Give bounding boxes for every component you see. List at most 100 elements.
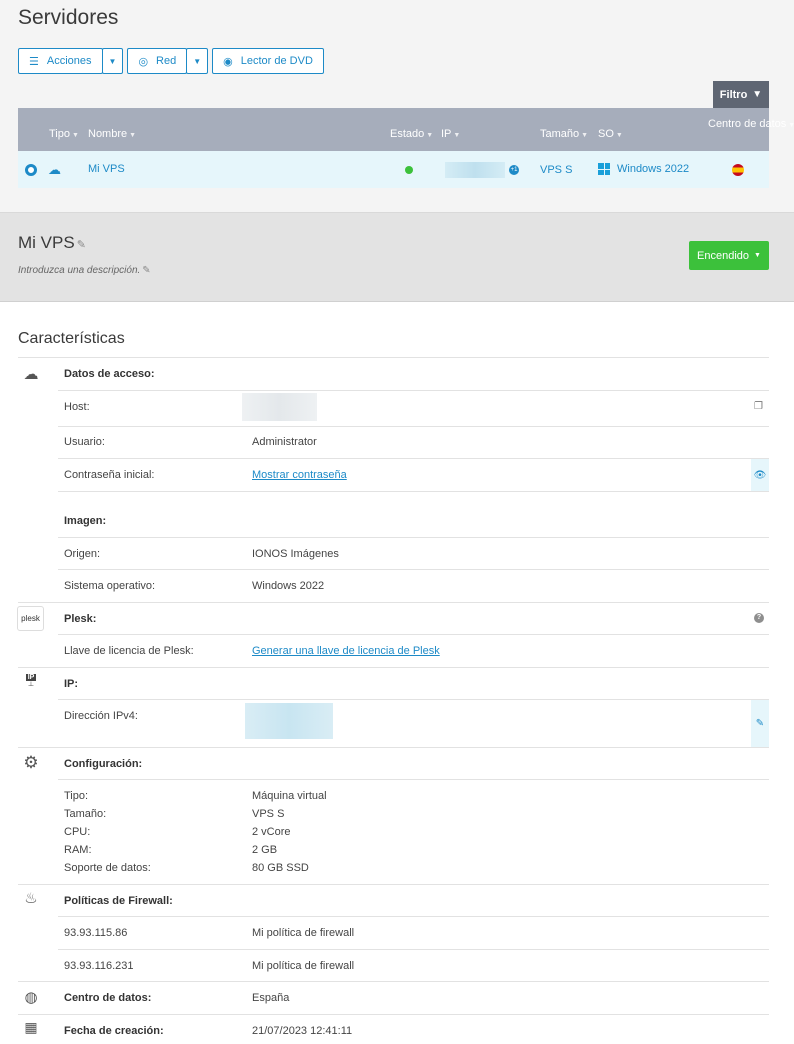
divider — [18, 1014, 769, 1015]
table-row[interactable]: ☁ Mi VPS +1 VPS S Windows 2022 — [18, 151, 769, 188]
actions-dropdown-button[interactable]: ▼ — [101, 48, 124, 74]
divider — [18, 667, 769, 668]
firewall-heading: Políticas de Firewall: — [64, 895, 173, 907]
cloud-server-icon: ☁ — [48, 162, 61, 177]
config-value: VPS S — [252, 808, 285, 820]
column-datacenter[interactable]: Centro de datos ▼ — [708, 118, 794, 132]
sort-icon: ▼ — [788, 122, 794, 129]
divider — [58, 634, 769, 635]
column-type[interactable]: Tipo ▼ — [49, 128, 79, 140]
column-name[interactable]: Nombre ▼ — [88, 128, 136, 140]
divider — [58, 916, 769, 917]
divider — [58, 390, 769, 391]
network-dropdown-button[interactable]: ▼ — [186, 48, 209, 74]
status-online-icon — [405, 166, 413, 174]
sort-icon: ▼ — [72, 132, 79, 139]
dvd-reader-button[interactable]: ◉ Lector de DVD — [212, 48, 324, 74]
server-os-label: Windows 2022 — [617, 163, 690, 175]
pencil-icon[interactable]: ✎ — [751, 700, 769, 747]
power-status-button[interactable]: Encendido ▼ — [689, 241, 769, 270]
help-icon[interactable]: ? — [754, 613, 764, 623]
sort-icon: ▼ — [615, 132, 623, 139]
ip-extra-badge[interactable]: +1 — [509, 165, 519, 175]
host-label: Host: — [64, 401, 90, 413]
row-radio[interactable] — [25, 164, 37, 176]
gear-icon: ⚙ — [23, 753, 39, 772]
pencil-icon[interactable]: ✎ — [77, 239, 86, 251]
divider — [58, 699, 769, 700]
caret-down-icon: ▼ — [193, 56, 202, 66]
copy-icon[interactable]: ❐ — [754, 401, 763, 412]
sort-icon: ▼ — [453, 132, 461, 139]
disc-icon: ◉ — [223, 55, 233, 68]
divider — [18, 602, 769, 603]
column-size[interactable]: Tamaño ▼ — [540, 128, 588, 140]
column-status[interactable]: Estado ▼ — [390, 128, 433, 140]
created-label: Fecha de creación: — [64, 1025, 164, 1037]
page-title: Servidores — [18, 6, 119, 29]
actions-label: Acciones — [46, 55, 92, 67]
origin-label: Origen: — [64, 548, 101, 560]
divider — [18, 357, 769, 358]
funnel-icon: ▼ — [752, 89, 763, 100]
column-os[interactable]: SO ▼ — [598, 128, 623, 140]
filter-button[interactable]: Filtro ▼ — [713, 81, 769, 108]
divider — [18, 981, 769, 982]
server-os: Windows 2022 — [598, 163, 689, 175]
config-value: Máquina virtual — [252, 790, 327, 802]
eye-icon[interactable]: 👁 — [751, 459, 769, 491]
filter-label: Filtro — [719, 88, 748, 101]
column-ip[interactable]: IP ▼ — [441, 128, 460, 140]
plesk-heading: Plesk: — [64, 613, 97, 625]
list-icon: ☰ — [29, 55, 39, 68]
caret-down-icon: ▼ — [754, 252, 761, 259]
sort-icon: ▼ — [129, 132, 137, 139]
host-value-redacted — [242, 393, 317, 421]
caret-down-icon: ▼ — [108, 56, 117, 66]
access-heading: Datos de acceso: — [64, 368, 155, 380]
cloud-server-icon: ☁ — [23, 366, 39, 383]
generate-license-link[interactable]: Generar una llave de licencia de Plesk — [252, 645, 440, 657]
divider — [58, 569, 769, 570]
plesk-logo: plesk — [17, 606, 44, 631]
toolbar: ☰ Acciones ▼ ◎ Red ▼ ◉ Lector de DVD — [18, 48, 324, 74]
config-label: RAM: — [64, 844, 92, 856]
os-label: Sistema operativo: — [64, 580, 156, 592]
actions-button[interactable]: ☰ Acciones — [18, 48, 103, 74]
firewall-ip: 93.93.115.86 — [64, 927, 128, 939]
ipv4-value-redacted — [245, 703, 333, 739]
pencil-icon[interactable]: ✎ — [142, 265, 150, 276]
server-title[interactable]: Mi VPS ✎ — [18, 233, 86, 253]
server-description[interactable]: Introduzca una descripción. ✎ — [18, 265, 151, 276]
divider — [58, 537, 769, 538]
config-label: Soporte de datos: — [64, 862, 151, 874]
divider — [58, 426, 769, 427]
network-button[interactable]: ◎ Red — [127, 48, 188, 74]
config-value: 80 GB SSD — [252, 862, 309, 874]
actions-split: ☰ Acciones ▼ — [18, 48, 124, 74]
network-icon: ◎ — [138, 55, 149, 68]
windows-icon — [598, 163, 610, 175]
sort-icon: ▼ — [581, 132, 589, 139]
firewall-policy: Mi política de firewall — [252, 960, 355, 972]
config-value: 2 GB — [252, 844, 278, 856]
dvd-reader-label: Lector de DVD — [240, 55, 313, 67]
config-label: CPU: — [64, 826, 91, 838]
spain-flag-icon — [732, 164, 744, 176]
show-password-link[interactable]: Mostrar contraseña — [252, 469, 347, 481]
firewall-icon: ♨ — [24, 890, 38, 907]
server-size: VPS S — [540, 164, 573, 176]
ip-value-redacted — [445, 162, 505, 178]
os-value: Windows 2022 — [252, 580, 325, 592]
divider — [58, 779, 769, 780]
image-heading: Imagen: — [64, 515, 107, 527]
network-label: Red — [156, 55, 177, 67]
divider — [58, 491, 769, 492]
server-name-link[interactable]: Mi VPS — [88, 163, 125, 175]
user-label: Usuario: — [64, 436, 105, 448]
section-title: Características — [18, 330, 125, 347]
sort-icon: ▼ — [426, 132, 434, 139]
config-heading: Configuración: — [64, 758, 143, 770]
globe-icon: ◍ — [24, 989, 38, 1006]
firewall-ip: 93.93.116.231 — [64, 960, 134, 972]
